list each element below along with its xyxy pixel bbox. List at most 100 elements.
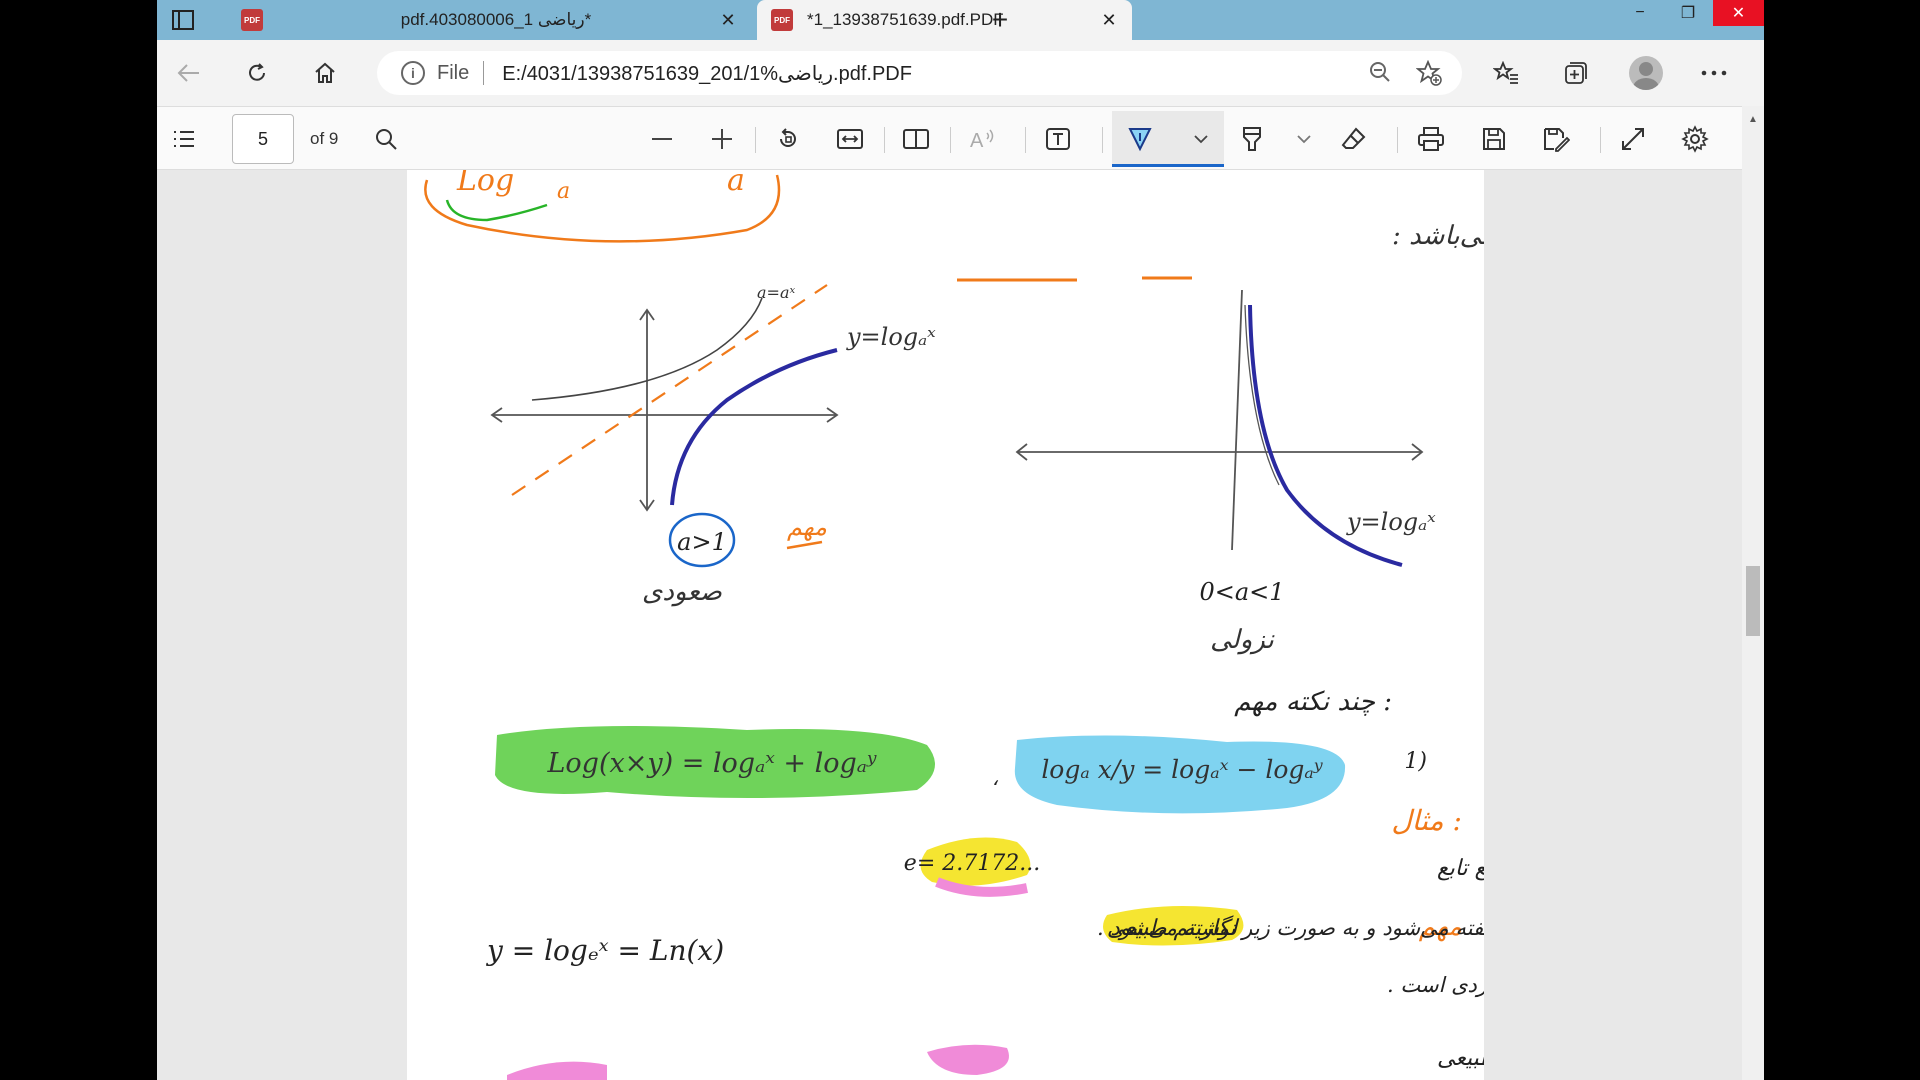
- intro-line: معکوس تابع نمایی aˣ را تابع لگاریتم می‌گ…: [1392, 220, 1484, 251]
- draw-options-chevron[interactable]: [1182, 121, 1220, 157]
- find-button[interactable]: [367, 121, 405, 157]
- graph1-condition: a>1: [677, 528, 727, 556]
- save-as-icon: [1544, 128, 1570, 152]
- close-window-button[interactable]: ✕: [1713, 0, 1764, 26]
- pdf-viewer[interactable]: Log a a معکوس تابع نمایی aˣ را تابع لگار…: [157, 170, 1764, 1080]
- pdf-toolbar: 5 of 9 A: [157, 106, 1764, 170]
- add-text-button[interactable]: [1039, 121, 1077, 157]
- highlight-options-chevron[interactable]: [1285, 121, 1323, 157]
- pdf-settings-button[interactable]: [1676, 121, 1714, 157]
- expand-icon: [1622, 128, 1644, 150]
- gear-icon: [1681, 125, 1709, 153]
- avatar: [1629, 56, 1663, 90]
- pdf-icon: PDF: [241, 9, 263, 31]
- contents-button[interactable]: [165, 121, 203, 157]
- tab-pdf-2-active[interactable]: PDF *1_13938751639.pdf.PDF ✕: [757, 0, 1132, 40]
- tab-title: pdf.403080006_1 رياضی*: [400, 10, 592, 29]
- rotate-button[interactable]: [769, 121, 807, 157]
- save-icon: [1483, 128, 1505, 150]
- graph1-caption: صعودی: [642, 577, 723, 607]
- scroll-up-arrow[interactable]: ▲: [1748, 114, 1758, 125]
- new-tab-button[interactable]: +: [985, 5, 1015, 35]
- graph2-curve-label: y=logₐˣ: [1346, 508, 1436, 536]
- example-2-cont2: واین تابع در مباحث مهندسی بسیار مهم و کا…: [1387, 973, 1484, 998]
- back-arrow-icon: [177, 64, 199, 82]
- page-number-input[interactable]: 5: [232, 114, 294, 164]
- refresh-icon: [249, 63, 265, 81]
- vertical-scrollbar[interactable]: ▲: [1742, 106, 1764, 1080]
- fit-width-button[interactable]: [831, 121, 869, 157]
- highlight-button[interactable]: [1233, 121, 1271, 157]
- home-button[interactable]: [307, 55, 343, 91]
- tab-actions-icon: [172, 10, 194, 30]
- divider: [1025, 127, 1026, 153]
- graph2-caption: نزولی: [1210, 625, 1274, 655]
- settings-more-button[interactable]: [1695, 55, 1733, 91]
- divider: [950, 127, 951, 153]
- divider: [1397, 127, 1398, 153]
- scrollbar-thumb[interactable]: [1746, 566, 1760, 636]
- save-button[interactable]: [1475, 121, 1513, 157]
- favorites-icon: [1493, 61, 1518, 84]
- graph1-exp-label: a=aˣ: [757, 283, 795, 302]
- print-button[interactable]: [1412, 121, 1450, 157]
- handwritten-notes: Log a a معکوس تابع نمایی aˣ را تابع لگار…: [424, 170, 1764, 1080]
- svg-text:a: a: [727, 170, 745, 198]
- divider: [1600, 127, 1601, 153]
- example-label: مثال :: [1391, 804, 1462, 837]
- back-button[interactable]: [171, 55, 207, 91]
- svg-text:a: a: [557, 179, 570, 204]
- tab-actions-button[interactable]: [165, 4, 201, 36]
- tab-title: *1_13938751639.pdf.PDF: [807, 10, 1004, 29]
- comma: ،: [992, 766, 999, 790]
- close-tab-icon[interactable]: ✕: [1096, 7, 1122, 33]
- example-3: 3) به صورت مشابه در تابع y=aˣ اگر a=e در…: [1437, 1044, 1484, 1071]
- pdf-page: Log a a معکوس تابع نمایی aˣ را تابع لگار…: [407, 170, 1764, 1080]
- table-of-contents-icon: [174, 131, 194, 147]
- url-text[interactable]: E:/4031/13938751639_201/1%رياضی.pdf.PDF: [502, 61, 912, 86]
- formula-1-num: 1): [1404, 749, 1427, 774]
- page-view-button[interactable]: [897, 121, 935, 157]
- tab-pdf-1[interactable]: PDF pdf.403080006_1 رياضی* ✕: [227, 0, 755, 40]
- divider: [884, 127, 885, 153]
- collections-button[interactable]: [1557, 55, 1595, 91]
- favorites-button[interactable]: [1487, 55, 1525, 91]
- divider: [755, 127, 756, 153]
- zoom-out-button[interactable]: [643, 121, 681, 157]
- erase-button[interactable]: [1335, 121, 1373, 157]
- svg-text:Log: Log: [456, 170, 514, 198]
- refresh-button[interactable]: [239, 55, 275, 91]
- graph2-condition: 0<a<1: [1199, 578, 1284, 606]
- close-tab-icon[interactable]: ✕: [715, 7, 741, 33]
- add-favorite-icon[interactable]: [1415, 59, 1442, 92]
- address-omnibox[interactable]: i File E:/4031/13938751639_201/1%رياضی.p…: [377, 51, 1462, 95]
- eraser-icon: [1341, 127, 1366, 149]
- read-aloud-button[interactable]: A: [963, 121, 1001, 157]
- divider: [1102, 127, 1103, 153]
- fit-width-icon: [837, 129, 863, 149]
- info-icon[interactable]: i: [401, 61, 425, 85]
- draw-button[interactable]: [1121, 121, 1159, 157]
- formula-quotient: logₐ x/y = logₐˣ − logₐʸ: [1041, 755, 1323, 784]
- graph1-note: مهم: [787, 513, 827, 541]
- fullscreen-button[interactable]: [1614, 121, 1652, 157]
- graph-increasing: y=logₐˣ a=aˣ a>1 مهم صعودی: [490, 283, 936, 607]
- text-box-icon: [1046, 128, 1070, 150]
- highlighter-icon: [1243, 127, 1261, 151]
- page-count: of 9: [310, 129, 339, 148]
- browser-window: PDF pdf.403080006_1 رياضی* ✕ PDF *1_1393…: [157, 0, 1764, 1080]
- restore-button[interactable]: ❐: [1665, 0, 1711, 26]
- points-title: چند نکته مهم :: [1234, 687, 1392, 717]
- search-icon: [376, 129, 397, 150]
- read-aloud-icon: A: [970, 129, 994, 151]
- zoom-in-button[interactable]: [703, 121, 741, 157]
- rotate-icon: [780, 128, 796, 147]
- svg-text:A: A: [970, 130, 984, 151]
- ln-formula: y = logₑˣ = Ln(x): [485, 934, 724, 967]
- printer-icon: [1418, 127, 1444, 151]
- minimize-button[interactable]: −: [1617, 0, 1663, 26]
- save-as-button[interactable]: [1537, 121, 1575, 157]
- profile-button[interactable]: [1627, 55, 1665, 91]
- zoom-icon[interactable]: [1368, 60, 1392, 90]
- example-2-cont: گفته می‌شود و به صورت زیر نوشته می‌شود .: [1097, 916, 1484, 941]
